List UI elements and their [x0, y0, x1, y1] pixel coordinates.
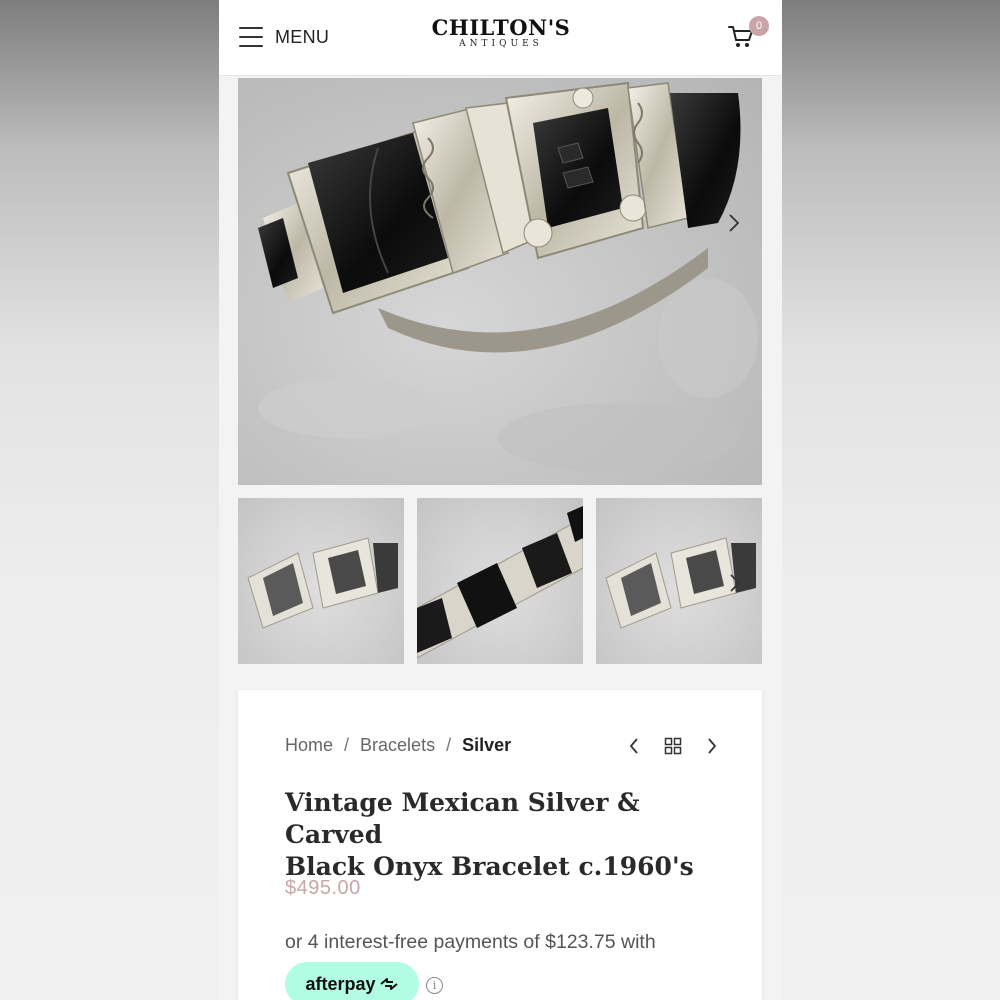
site-logo[interactable]: CHILTON'S ANTIQUES — [429, 15, 573, 50]
previous-product-button[interactable] — [628, 737, 640, 755]
grid-icon — [664, 737, 682, 755]
product-title: Vintage Mexican Silver & Carved Black On… — [285, 787, 725, 883]
thumbnail-2[interactable] — [417, 498, 583, 664]
chevron-left-icon — [629, 738, 638, 754]
next-product-button[interactable] — [706, 737, 718, 755]
breadcrumb: Home / Bracelets / Silver — [285, 735, 511, 756]
hamburger-icon — [239, 27, 263, 47]
afterpay-label: afterpay — [305, 973, 376, 994]
menu-button[interactable]: MENU — [239, 22, 329, 52]
breadcrumb-separator: / — [344, 735, 350, 755]
thumbnail-2-image — [417, 506, 583, 659]
afterpay-logo-icon — [379, 978, 398, 990]
product-info-card: Home / Bracelets / Silver Vintage Mexica… — [238, 690, 762, 1000]
thumbnail-3[interactable] — [596, 498, 762, 664]
thumbnail-1-image — [247, 537, 398, 629]
afterpay-button[interactable]: afterpay — [285, 962, 419, 1000]
info-icon[interactable]: i — [426, 977, 443, 994]
installment-text: or 4 interest-free payments of $123.75 w… — [285, 931, 656, 953]
background-right — [782, 0, 1000, 1000]
breadcrumb-separator: / — [446, 735, 452, 755]
menu-label: MENU — [275, 26, 330, 47]
breadcrumb-current: Silver — [462, 735, 512, 755]
thumbnails-next-arrow-icon[interactable] — [728, 573, 742, 593]
product-grid-button[interactable] — [664, 737, 682, 755]
cart-count-badge: 0 — [749, 16, 769, 36]
product-title-line-1: Vintage Mexican Silver & Carved — [285, 788, 640, 849]
background-left — [0, 0, 219, 1000]
mobile-page: MENU CHILTON'S ANTIQUES 0 Home / Bracele… — [219, 0, 782, 1000]
product-navigation — [628, 734, 718, 758]
breadcrumb-home[interactable]: Home — [285, 735, 333, 756]
site-header: MENU CHILTON'S ANTIQUES 0 — [219, 0, 782, 76]
next-image-arrow-icon[interactable] — [727, 213, 741, 233]
breadcrumb-bracelets[interactable]: Bracelets — [360, 735, 435, 756]
cart-button[interactable]: 0 — [727, 16, 771, 56]
chevron-right-icon — [708, 738, 717, 754]
product-price: $495.00 — [285, 877, 361, 899]
product-main-image[interactable] — [238, 78, 762, 485]
thumbnail-1[interactable] — [238, 498, 404, 664]
logo-subtitle: ANTIQUES — [459, 39, 543, 49]
logo-wordmark: CHILTON'S — [431, 15, 571, 40]
bracelet-illustration — [258, 81, 758, 473]
